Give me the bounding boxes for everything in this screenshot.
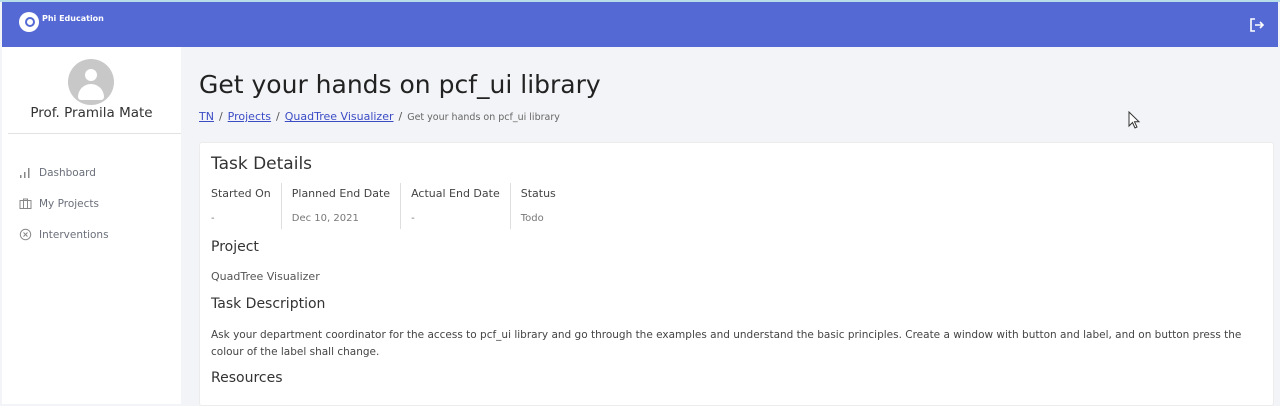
top-navbar: Phi Education [2, 2, 1278, 47]
status-value: Todo [520, 213, 544, 224]
sidebar-item-interventions[interactable]: Interventions [19, 219, 109, 250]
meta-value: - [211, 213, 215, 224]
brand-name: Phi Education [42, 13, 104, 23]
meta-label: Actual End Date [411, 187, 500, 200]
meta-actual-end-date: Actual End Date - [400, 183, 510, 229]
meta-started-on: Started On - [211, 183, 281, 229]
sidebar-divider [8, 133, 181, 134]
project-value: QuadTree Visualizer [211, 270, 320, 283]
sidebar-item-dashboard[interactable]: Dashboard [19, 157, 109, 188]
meta-label: Planned End Date [291, 187, 391, 200]
breadcrumb-link-tn[interactable]: TN [199, 110, 214, 123]
sidebar-item-label: Dashboard [39, 166, 96, 179]
sidebar-item-label: My Projects [39, 197, 100, 210]
bar-chart-icon [20, 168, 30, 178]
task-details-heading: Task Details [211, 154, 313, 174]
page-title: Get your hands on pcf_ui library [199, 70, 601, 99]
circle-x-icon [19, 228, 32, 241]
task-description-heading: Task Description [211, 296, 326, 312]
breadcrumb-separator: / [398, 110, 403, 123]
breadcrumb-separator: / [218, 110, 223, 123]
logo-icon [19, 12, 39, 32]
briefcase-icon [19, 198, 32, 209]
mouse-cursor-icon [1128, 111, 1141, 129]
meta-label: Status [520, 187, 556, 200]
logout-icon[interactable] [1248, 16, 1266, 34]
breadcrumb-current: Get your hands on pcf_ui library [407, 112, 560, 123]
sidebar-item-label: Interventions [39, 228, 109, 241]
breadcrumb-separator: / [276, 110, 280, 123]
meta-status: Status Todo [509, 183, 566, 229]
avatar [68, 59, 114, 105]
user-name: Prof. Pramila Mate [30, 105, 153, 121]
breadcrumb-link-quadtree-visualizer[interactable]: QuadTree Visualizer [285, 110, 394, 123]
resources-heading: Resources [211, 370, 283, 386]
project-heading: Project [211, 239, 259, 255]
sidebar: Prof. Pramila Mate Dashboard My Projects… [2, 47, 181, 404]
breadcrumb-link-projects[interactable]: Projects [228, 110, 271, 123]
sidebar-nav: Dashboard My Projects Interventions [19, 157, 109, 250]
breadcrumb: TN / Projects / QuadTree Visualizer / Get your… [199, 110, 560, 123]
task-description: Ask your department coordinator for the … [211, 329, 1242, 358]
meta-value: - [411, 213, 415, 224]
brand-logo[interactable]: Phi Education [19, 12, 104, 32]
meta-label: Started On [211, 187, 271, 200]
meta-planned-end-date: Planned End Date Dec 10, 2021 [280, 183, 400, 229]
task-meta-row: Started On - Planned End Date Dec 10, 20… [211, 183, 566, 229]
sidebar-item-my-projects[interactable]: My Projects [19, 188, 109, 219]
task-details-card: Task Details Started On - Planned End Da… [199, 142, 1274, 406]
meta-value: Dec 10, 2021 [291, 213, 359, 224]
